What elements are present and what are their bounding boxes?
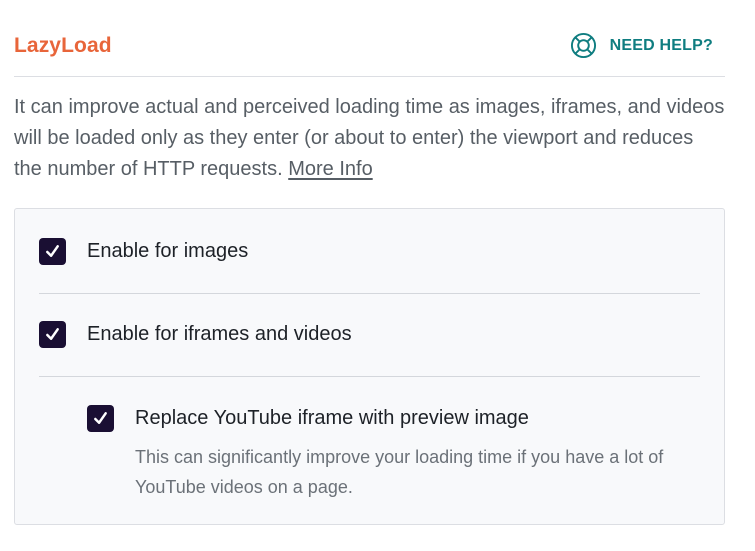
options-panel: Enable for images Enable for iframes and… bbox=[14, 208, 725, 525]
images-label: Enable for images bbox=[87, 239, 249, 262]
lifebuoy-icon bbox=[570, 32, 596, 59]
option-row-youtube: Replace YouTube iframe with preview imag… bbox=[87, 405, 700, 502]
youtube-preview-checkbox[interactable] bbox=[87, 405, 114, 432]
more-info-link[interactable]: More Info bbox=[288, 158, 372, 180]
section-description: It can improve actual and perceived load… bbox=[14, 92, 726, 185]
need-help-label: NEED HELP? bbox=[609, 36, 713, 54]
youtube-preview-help: This can significantly improve your load… bbox=[135, 447, 664, 497]
iframes-label: Enable for iframes and videos bbox=[87, 323, 352, 345]
option-row-images: Enable for images bbox=[39, 209, 700, 294]
images-checkbox[interactable] bbox=[39, 237, 66, 265]
option-row-iframes: Enable for iframes and videos bbox=[39, 293, 700, 377]
section-header: LazyLoad NEED HELP? bbox=[14, 24, 725, 77]
section-title: LazyLoad bbox=[14, 34, 112, 57]
iframes-checkbox[interactable] bbox=[39, 321, 66, 348]
need-help-link[interactable]: NEED HELP? bbox=[570, 32, 713, 59]
checkmark-icon bbox=[94, 412, 107, 424]
youtube-preview-label: Replace YouTube iframe with preview imag… bbox=[135, 407, 529, 429]
checkmark-icon bbox=[46, 328, 59, 340]
checkmark-icon bbox=[46, 244, 59, 257]
